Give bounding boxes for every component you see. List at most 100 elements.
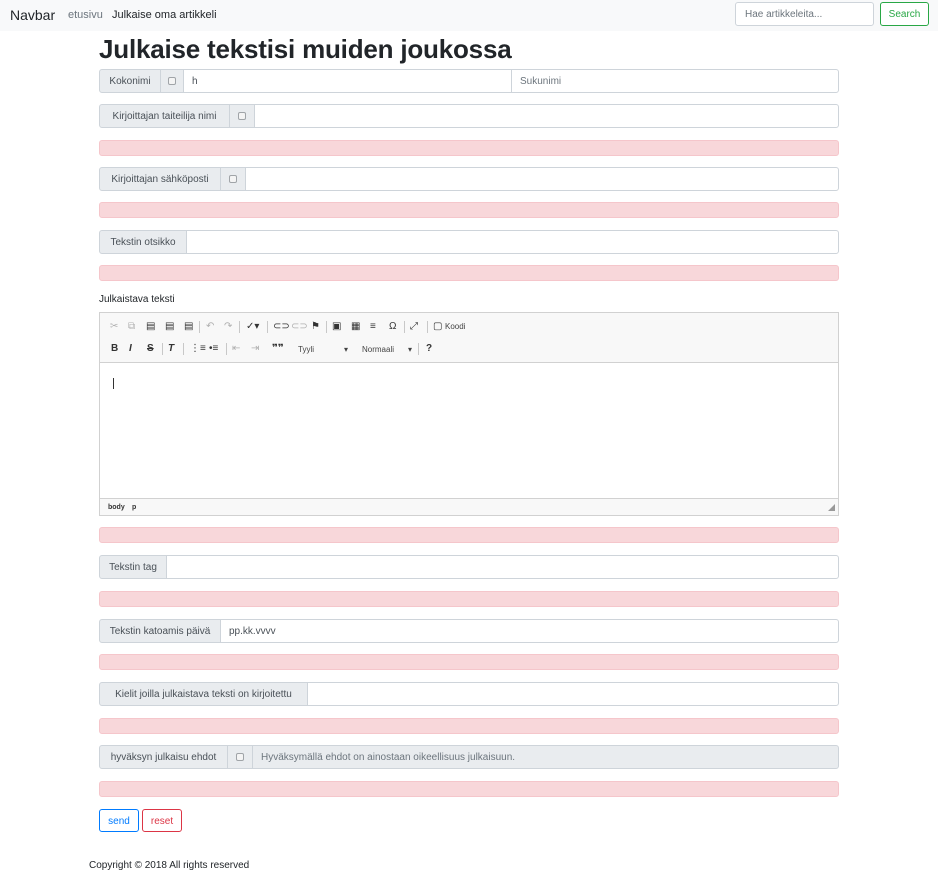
terms-checkbox[interactable] (236, 753, 244, 761)
terms-label: hyväksyn julkaisu ehdot (99, 745, 228, 769)
toolbar-separator (226, 343, 227, 355)
terms-text: Hyväksymällä ehdot on ainostaan oikeelli… (252, 745, 839, 769)
terms-group: hyväksyn julkaisu ehdot Hyväksymällä ehd… (99, 745, 839, 769)
editor-toolbar: ✂ ⧉ ▤ ▤ ▤ ↶ ↷ ✓▾ ⊂⊃ ⊂⊃ ⚑ ▣ ▦ ≡ Ω ⤢ ▢ Koo… (100, 313, 838, 363)
artist-name-label: Kirjoittajan taiteilija nimi (99, 104, 230, 128)
paste-word-icon[interactable]: ▤ (184, 321, 193, 333)
expiry-date-label: Tekstin katoamis päivä (99, 619, 221, 643)
numbered-list-icon[interactable]: ⋮≡ (190, 343, 206, 355)
tag-error (99, 591, 839, 607)
text-caret (113, 378, 114, 389)
email-checkbox-addon (220, 167, 246, 191)
search-input[interactable]: Hae artikkeleita... (735, 2, 874, 26)
toolbar-separator (239, 321, 240, 333)
strike-icon[interactable]: S (147, 343, 154, 355)
email-input[interactable] (245, 167, 839, 191)
toolbar-separator (162, 343, 163, 355)
languages-group: Kielit joilla julkaistava teksti on kirj… (99, 682, 839, 706)
full-name-group: Kokonimi h Sukunimi (99, 69, 839, 93)
path-body[interactable]: body (108, 504, 125, 511)
outdent-icon[interactable]: ⇤ (232, 343, 240, 355)
anchor-flag-icon[interactable]: ⚑ (311, 321, 320, 333)
navbar-brand[interactable]: Navbar (10, 7, 55, 23)
table-icon[interactable]: ▦ (351, 321, 360, 333)
special-char-icon[interactable]: Ω (389, 321, 396, 333)
artist-name-error (99, 140, 839, 156)
help-icon[interactable]: ? (426, 343, 432, 355)
toolbar-separator (418, 343, 419, 355)
footer-copyright: Copyright © 2018 All rights reserved (89, 860, 250, 871)
navbar: Navbar etusivu Julkaise oma artikkeli Ha… (0, 0, 938, 31)
expiry-date-error (99, 654, 839, 670)
toolbar-separator (199, 321, 200, 333)
tag-label: Tekstin tag (99, 555, 167, 579)
toolbar-separator (326, 321, 327, 333)
toolbar-separator (183, 343, 184, 355)
paste-icon[interactable]: ▤ (146, 321, 155, 333)
unlink-icon[interactable]: ⊂⊃ (291, 321, 308, 333)
full-name-label: Kokonimi (99, 69, 161, 93)
format-combo-arrow-icon[interactable]: ▾ (408, 345, 412, 354)
email-label: Kirjoittajan sähköposti (99, 167, 221, 191)
text-title-group: Tekstin otsikko (99, 230, 839, 254)
text-body-label: Julkaistava teksti (99, 294, 175, 305)
full-name-checkbox-addon (160, 69, 184, 93)
editor-path-bar: body p (100, 498, 838, 515)
text-title-label: Tekstin otsikko (99, 230, 187, 254)
cut-icon[interactable]: ✂ (110, 321, 118, 333)
languages-input[interactable] (307, 682, 839, 706)
rich-text-editor: ✂ ⧉ ▤ ▤ ▤ ↶ ↷ ✓▾ ⊂⊃ ⊂⊃ ⚑ ▣ ▦ ≡ Ω ⤢ ▢ Koo… (99, 312, 839, 516)
remove-format-icon[interactable]: T (168, 343, 174, 355)
tag-group: Tekstin tag (99, 555, 839, 579)
full-name-checkbox[interactable] (168, 77, 176, 85)
copy-icon[interactable]: ⧉ (128, 321, 135, 333)
first-name-input[interactable]: h (183, 69, 512, 93)
maximize-icon[interactable]: ⤢ (410, 321, 418, 333)
editor-content-area[interactable] (100, 364, 838, 498)
undo-icon[interactable]: ↶ (206, 321, 214, 333)
languages-error (99, 718, 839, 734)
search-button[interactable]: Search (880, 2, 929, 26)
artist-name-input[interactable] (254, 104, 839, 128)
path-p[interactable]: p (132, 504, 136, 511)
text-body-error (99, 527, 839, 543)
email-error (99, 202, 839, 218)
nav-link-publish[interactable]: Julkaise oma artikkeli (112, 9, 217, 21)
paste-text-icon[interactable]: ▤ (165, 321, 174, 333)
artist-name-group: Kirjoittajan taiteilija nimi (99, 104, 839, 128)
horizontal-line-icon[interactable]: ≡ (370, 321, 376, 333)
email-group: Kirjoittajan sähköposti (99, 167, 839, 191)
style-combo[interactable]: Tyyli (298, 345, 314, 354)
source-button[interactable]: Koodi (445, 322, 465, 331)
resize-grip-icon[interactable] (828, 504, 835, 511)
artist-name-checkbox[interactable] (238, 112, 246, 120)
expiry-date-input[interactable]: pp.kk.vvvv (220, 619, 839, 643)
link-icon[interactable]: ⊂⊃ (273, 321, 290, 333)
terms-error (99, 781, 839, 797)
toolbar-separator (404, 321, 405, 333)
expiry-date-group: Tekstin katoamis päivä pp.kk.vvvv (99, 619, 839, 643)
last-name-input[interactable]: Sukunimi (511, 69, 839, 93)
send-button[interactable]: send (99, 809, 139, 832)
tag-input[interactable] (166, 555, 839, 579)
bold-icon[interactable]: B (111, 343, 118, 355)
reset-button[interactable]: reset (142, 809, 182, 832)
indent-icon[interactable]: ⇥ (251, 343, 259, 355)
format-combo[interactable]: Normaali (362, 345, 394, 354)
bulleted-list-icon[interactable]: •≡ (209, 343, 218, 355)
text-title-input[interactable] (186, 230, 839, 254)
nav-link-home[interactable]: etusivu (68, 9, 103, 21)
terms-checkbox-addon (227, 745, 253, 769)
text-title-error (99, 265, 839, 281)
style-combo-arrow-icon[interactable]: ▾ (344, 345, 348, 354)
redo-icon[interactable]: ↷ (224, 321, 232, 333)
toolbar-separator (427, 321, 428, 333)
email-checkbox[interactable] (229, 175, 237, 183)
italic-icon[interactable]: I (129, 343, 132, 355)
spellcheck-icon[interactable]: ✓▾ (246, 321, 259, 333)
toolbar-separator (267, 321, 268, 333)
blockquote-icon[interactable]: ❞❞ (272, 343, 284, 355)
image-icon[interactable]: ▣ (332, 321, 341, 333)
source-icon[interactable]: ▢ (433, 321, 442, 333)
languages-label: Kielit joilla julkaistava teksti on kirj… (99, 682, 308, 706)
